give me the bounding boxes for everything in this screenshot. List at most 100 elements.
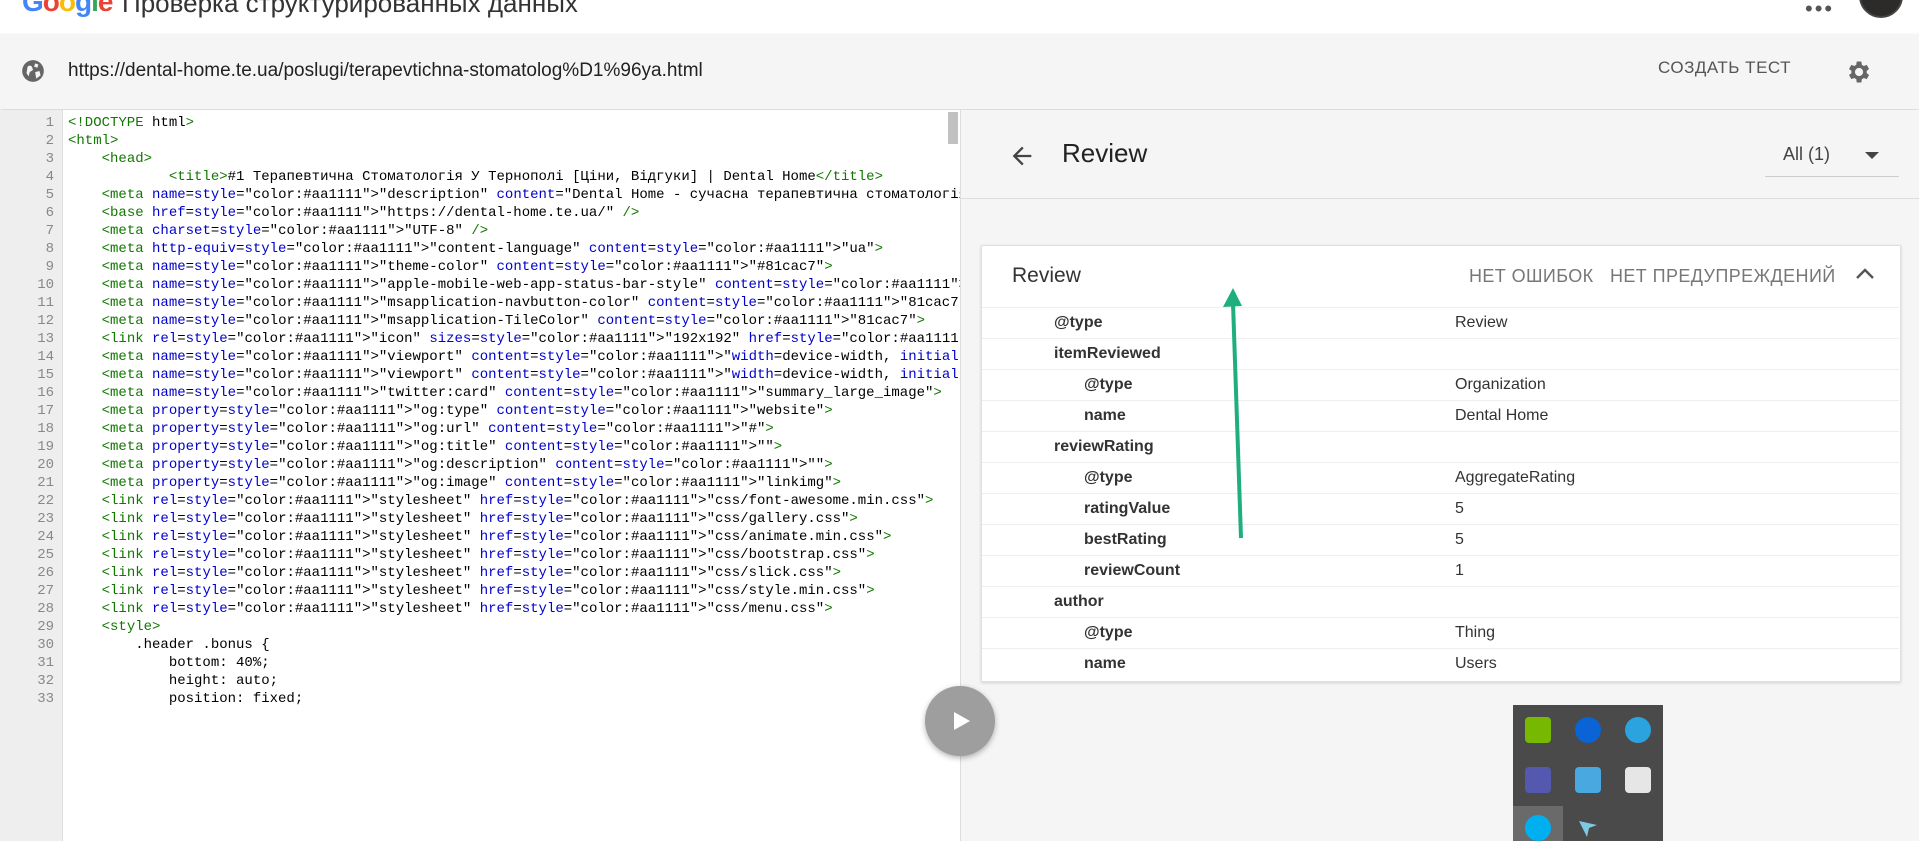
code-text: <meta property=style="color:#aa1111">"og… xyxy=(101,475,841,491)
chevron-up-icon[interactable] xyxy=(1855,266,1875,280)
line-number: 11 xyxy=(37,295,54,311)
code-text: <meta name=style="color:#aa1111">"theme-… xyxy=(101,259,833,275)
line-number: 2 xyxy=(45,133,54,149)
warnings-status[interactable]: НЕТ ПРЕДУПРЕЖДЕНИЙ xyxy=(1610,266,1836,287)
code-line: 31 bottom: 40%; xyxy=(0,654,960,672)
code-text: <meta name=style="color:#aa1111">"viewpo… xyxy=(101,349,960,365)
code-line: 7 <meta charset=style="color:#aa1111">"U… xyxy=(0,222,960,240)
editor-scrollbar[interactable] xyxy=(948,112,958,144)
code-line: 9 <meta name=style="color:#aa1111">"them… xyxy=(0,258,960,276)
globe-icon xyxy=(22,60,44,82)
line-number: 16 xyxy=(37,385,54,401)
property-row: ratingValue 5 xyxy=(982,493,1899,525)
code-text: <title>#1 Терапевтична Стоматологія У Те… xyxy=(168,169,883,185)
property-value: 5 xyxy=(1455,531,1464,548)
property-row: itemReviewed xyxy=(982,338,1899,370)
line-number: 27 xyxy=(37,583,54,599)
app-header: Google Проверка структурированных данных… xyxy=(0,0,1919,34)
run-test-button[interactable] xyxy=(925,686,995,756)
property-key: name xyxy=(1084,655,1126,672)
network-monitor-icon[interactable] xyxy=(1575,767,1601,793)
code-text: <meta property=style="color:#aa1111">"og… xyxy=(101,439,783,455)
line-number: 24 xyxy=(37,529,54,545)
property-row: @type Thing xyxy=(982,617,1899,649)
more-dots-icon[interactable]: ••• xyxy=(1805,0,1834,22)
gear-icon[interactable] xyxy=(1844,58,1872,86)
code-line: 6 <base href=style="color:#aa1111">"http… xyxy=(0,204,960,222)
line-number: 9 xyxy=(45,259,54,275)
filter-select[interactable]: All (1) xyxy=(1765,136,1899,177)
line-number: 28 xyxy=(37,601,54,617)
code-line: 32 height: auto; xyxy=(0,672,960,690)
property-row: @type Organization xyxy=(982,369,1899,401)
property-key: @type xyxy=(1084,469,1133,486)
line-number: 19 xyxy=(37,439,54,455)
code-line: 22 <link rel=style="color:#aa1111">"styl… xyxy=(0,492,960,510)
code-text: <meta name=style="color:#aa1111">"twitte… xyxy=(101,385,942,401)
line-number: 8 xyxy=(45,241,54,257)
property-value: 5 xyxy=(1455,500,1464,517)
app-arrow-icon[interactable] xyxy=(1575,815,1601,841)
source-code-editor[interactable]: 1 <!DOCTYPE html> 2 <html> 3 <head> 4 <title>… xyxy=(0,110,960,841)
line-number: 12 xyxy=(37,313,54,329)
card-title: Review xyxy=(1012,264,1081,287)
code-line: 26 <link rel=style="color:#aa1111">"styl… xyxy=(0,564,960,582)
line-number: 4 xyxy=(45,169,54,185)
user-avatar[interactable] xyxy=(1859,0,1903,18)
chevron-down-icon xyxy=(1865,152,1879,159)
line-number: 25 xyxy=(37,547,54,563)
property-value: Thing xyxy=(1455,624,1496,641)
code-line: 25 <link rel=style="color:#aa1111">"styl… xyxy=(0,546,960,564)
line-number: 3 xyxy=(45,151,54,167)
property-key: itemReviewed xyxy=(1054,345,1161,362)
property-value: Organization xyxy=(1455,376,1546,393)
line-number: 30 xyxy=(37,637,54,653)
nvidia-icon[interactable] xyxy=(1525,717,1551,743)
code-line: 1 <!DOCTYPE html> xyxy=(0,114,960,132)
code-text: bottom: 40%; xyxy=(68,655,270,671)
line-number: 26 xyxy=(37,565,54,581)
code-line: 5 <meta name=style="color:#aa1111">"desc… xyxy=(0,186,960,204)
property-key: @type xyxy=(1084,624,1133,641)
page-title: Проверка структурированных данных xyxy=(122,0,578,18)
line-number: 7 xyxy=(45,223,54,239)
code-text: <html> xyxy=(68,133,119,149)
property-value: Dental Home xyxy=(1455,407,1549,424)
errors-status[interactable]: НЕТ ОШИБОК xyxy=(1469,266,1594,287)
annotation-arrow-shaft xyxy=(1231,302,1243,539)
url-input[interactable] xyxy=(68,57,1568,85)
code-text: <meta name=style="color:#aa1111">"viewpo… xyxy=(101,367,960,383)
property-row: @type AggregateRating xyxy=(982,462,1899,494)
teams-icon[interactable] xyxy=(1525,767,1551,793)
code-line: 24 <link rel=style="color:#aa1111">"styl… xyxy=(0,528,960,546)
line-number: 14 xyxy=(37,349,54,365)
line-number: 23 xyxy=(37,511,54,527)
code-text: <base href=style="color:#aa1111">"https:… xyxy=(101,205,640,221)
arrow-left-icon[interactable] xyxy=(1008,142,1036,170)
line-number: 17 xyxy=(37,403,54,419)
code-line: 18 <meta property=style="color:#aa1111">… xyxy=(0,420,960,438)
code-text: <meta charset=style="color:#aa1111">"UTF… xyxy=(101,223,489,239)
bluetooth-icon[interactable] xyxy=(1575,717,1601,743)
line-number: 21 xyxy=(37,475,54,491)
code-line: 15 <meta name=style="color:#aa1111">"vie… xyxy=(0,366,960,384)
property-value: AggregateRating xyxy=(1455,469,1576,486)
telegram-icon[interactable] xyxy=(1625,717,1651,743)
code-text: <link rel=style="color:#aa1111">"stylesh… xyxy=(101,511,858,527)
create-test-button[interactable]: СОЗДАТЬ ТЕСТ xyxy=(1658,58,1791,78)
line-number: 6 xyxy=(45,205,54,221)
code-line: 28 <link rel=style="color:#aa1111">"styl… xyxy=(0,600,960,618)
property-row: reviewCount 1 xyxy=(982,555,1899,587)
line-number: 20 xyxy=(37,457,54,473)
code-line: 27 <link rel=style="color:#aa1111">"styl… xyxy=(0,582,960,600)
line-number: 33 xyxy=(37,691,54,707)
property-value: Users xyxy=(1455,655,1497,672)
property-key: @type xyxy=(1054,314,1103,331)
code-text: <link rel=style="color:#aa1111">"stylesh… xyxy=(101,565,841,581)
skype-icon[interactable] xyxy=(1525,815,1551,841)
google-logo[interactable]: Google xyxy=(22,0,113,18)
security-shield-icon[interactable] xyxy=(1625,767,1651,793)
property-row: reviewRating xyxy=(982,431,1899,463)
code-text: <link rel=style="color:#aa1111">"stylesh… xyxy=(101,493,934,509)
property-value: Review xyxy=(1455,314,1508,331)
